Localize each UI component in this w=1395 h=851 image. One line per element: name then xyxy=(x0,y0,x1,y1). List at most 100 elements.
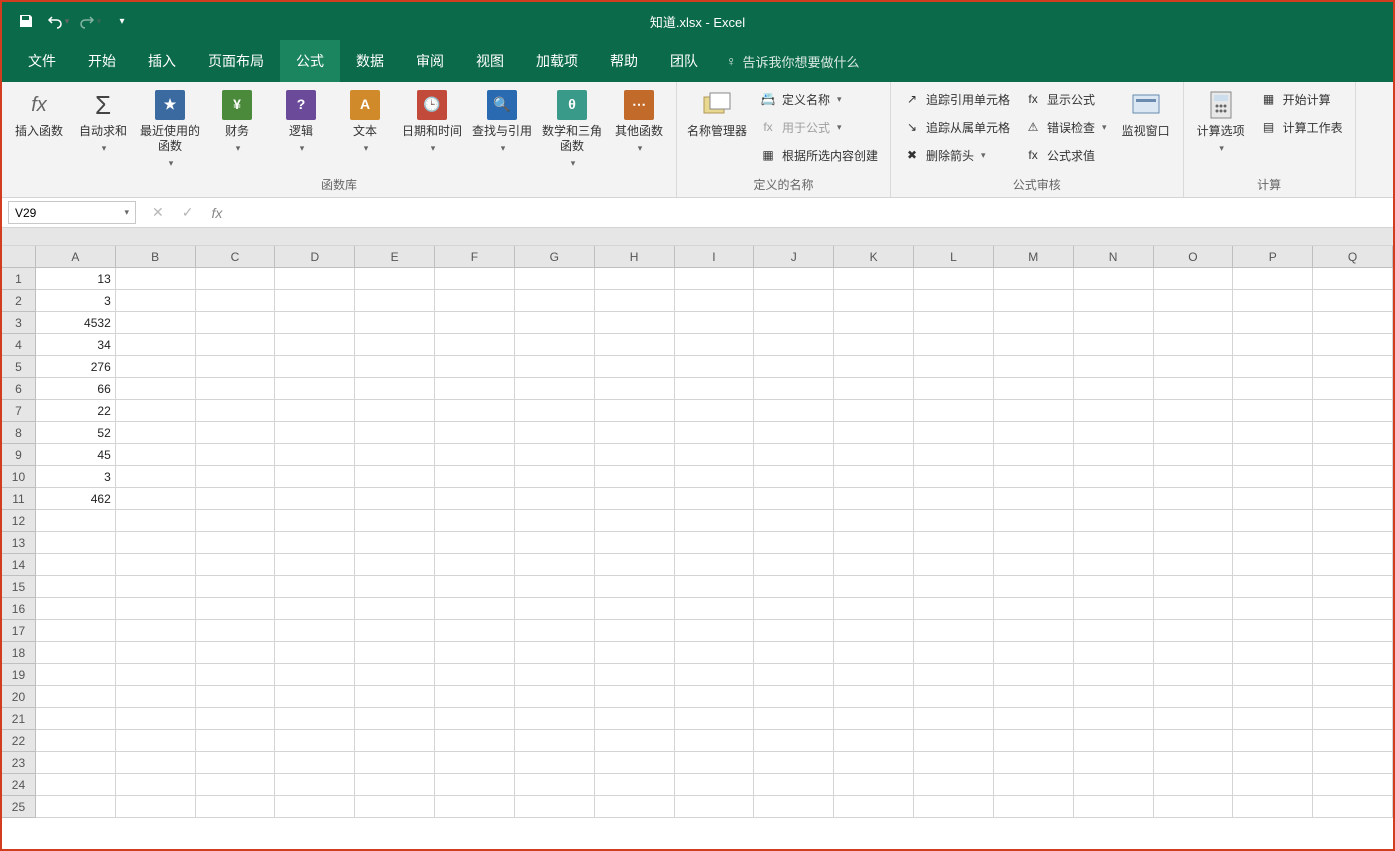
row-header-9[interactable]: 9 xyxy=(2,444,36,466)
row-header-8[interactable]: 8 xyxy=(2,422,36,444)
formula-enter-icon[interactable]: ✓ xyxy=(182,204,194,221)
cell-B6[interactable] xyxy=(116,378,196,400)
cell-N10[interactable] xyxy=(1074,466,1154,488)
insert-fn-button[interactable]: fx插入函数 xyxy=(10,86,68,139)
cell-H25[interactable] xyxy=(595,796,675,818)
cell-C10[interactable] xyxy=(196,466,276,488)
cell-M11[interactable] xyxy=(994,488,1074,510)
cell-N7[interactable] xyxy=(1074,400,1154,422)
cell-P15[interactable] xyxy=(1233,576,1313,598)
cell-B21[interactable] xyxy=(116,708,196,730)
cell-D24[interactable] xyxy=(275,774,355,796)
cell-O2[interactable] xyxy=(1154,290,1234,312)
tab-审阅[interactable]: 审阅 xyxy=(400,40,460,82)
cell-H22[interactable] xyxy=(595,730,675,752)
cell-D5[interactable] xyxy=(275,356,355,378)
cell-B3[interactable] xyxy=(116,312,196,334)
tab-插入[interactable]: 插入 xyxy=(132,40,192,82)
cell-Q23[interactable] xyxy=(1313,752,1393,774)
cell-A8[interactable]: 52 xyxy=(36,422,116,444)
cell-N15[interactable] xyxy=(1074,576,1154,598)
cell-Q17[interactable] xyxy=(1313,620,1393,642)
cell-B15[interactable] xyxy=(116,576,196,598)
cell-I9[interactable] xyxy=(675,444,755,466)
cell-F24[interactable] xyxy=(435,774,515,796)
cell-B9[interactable] xyxy=(116,444,196,466)
cell-Q4[interactable] xyxy=(1313,334,1393,356)
cell-I15[interactable] xyxy=(675,576,755,598)
cell-K25[interactable] xyxy=(834,796,914,818)
cell-B5[interactable] xyxy=(116,356,196,378)
cell-B23[interactable] xyxy=(116,752,196,774)
cell-O14[interactable] xyxy=(1154,554,1234,576)
financial-button[interactable]: ¥财务▾ xyxy=(208,86,266,154)
cell-H17[interactable] xyxy=(595,620,675,642)
cell-Q15[interactable] xyxy=(1313,576,1393,598)
cell-H8[interactable] xyxy=(595,422,675,444)
cell-J9[interactable] xyxy=(754,444,834,466)
cell-J12[interactable] xyxy=(754,510,834,532)
cell-E3[interactable] xyxy=(355,312,435,334)
cell-F15[interactable] xyxy=(435,576,515,598)
cell-M15[interactable] xyxy=(994,576,1074,598)
row-header-22[interactable]: 22 xyxy=(2,730,36,752)
cell-G3[interactable] xyxy=(515,312,595,334)
cell-M18[interactable] xyxy=(994,642,1074,664)
cell-D15[interactable] xyxy=(275,576,355,598)
cell-J15[interactable] xyxy=(754,576,834,598)
cell-L19[interactable] xyxy=(914,664,994,686)
cell-H2[interactable] xyxy=(595,290,675,312)
cell-O7[interactable] xyxy=(1154,400,1234,422)
insert-function-icon[interactable]: fx xyxy=(211,205,222,221)
cell-F6[interactable] xyxy=(435,378,515,400)
logical-button[interactable]: ?逻辑▾ xyxy=(272,86,330,154)
cell-K4[interactable] xyxy=(834,334,914,356)
cell-C2[interactable] xyxy=(196,290,276,312)
calc-sheet-button[interactable]: ▤计算工作表 xyxy=(1256,114,1347,140)
row-header-1[interactable]: 1 xyxy=(2,268,36,290)
cell-C3[interactable] xyxy=(196,312,276,334)
cell-O23[interactable] xyxy=(1154,752,1234,774)
name-mgr-button[interactable]: 名称管理器 xyxy=(685,86,749,139)
cell-M23[interactable] xyxy=(994,752,1074,774)
tab-加载项[interactable]: 加载项 xyxy=(520,40,594,82)
cell-D13[interactable] xyxy=(275,532,355,554)
cell-J17[interactable] xyxy=(754,620,834,642)
cell-L9[interactable] xyxy=(914,444,994,466)
cell-B24[interactable] xyxy=(116,774,196,796)
cell-H10[interactable] xyxy=(595,466,675,488)
cell-M20[interactable] xyxy=(994,686,1074,708)
cell-E4[interactable] xyxy=(355,334,435,356)
cell-K12[interactable] xyxy=(834,510,914,532)
cell-E13[interactable] xyxy=(355,532,435,554)
cell-B2[interactable] xyxy=(116,290,196,312)
cell-F25[interactable] xyxy=(435,796,515,818)
cell-Q22[interactable] xyxy=(1313,730,1393,752)
row-header-17[interactable]: 17 xyxy=(2,620,36,642)
cell-Q24[interactable] xyxy=(1313,774,1393,796)
cell-J10[interactable] xyxy=(754,466,834,488)
autosum-button[interactable]: Σ自动求和▾ xyxy=(74,86,132,154)
cell-M16[interactable] xyxy=(994,598,1074,620)
cell-E19[interactable] xyxy=(355,664,435,686)
row-header-20[interactable]: 20 xyxy=(2,686,36,708)
cell-L18[interactable] xyxy=(914,642,994,664)
cell-G2[interactable] xyxy=(515,290,595,312)
cell-A22[interactable] xyxy=(36,730,116,752)
row-header-5[interactable]: 5 xyxy=(2,356,36,378)
row-header-12[interactable]: 12 xyxy=(2,510,36,532)
cell-N1[interactable] xyxy=(1074,268,1154,290)
cell-K14[interactable] xyxy=(834,554,914,576)
spreadsheet-grid[interactable]: ABCDEFGHIJKLMNOPQ 1132334532434527666672… xyxy=(2,246,1393,818)
cell-H19[interactable] xyxy=(595,664,675,686)
cell-D7[interactable] xyxy=(275,400,355,422)
cell-H13[interactable] xyxy=(595,532,675,554)
cell-D10[interactable] xyxy=(275,466,355,488)
cell-E9[interactable] xyxy=(355,444,435,466)
cell-P1[interactable] xyxy=(1233,268,1313,290)
tab-页面布局[interactable]: 页面布局 xyxy=(192,40,280,82)
cell-K11[interactable] xyxy=(834,488,914,510)
cell-G8[interactable] xyxy=(515,422,595,444)
cell-L17[interactable] xyxy=(914,620,994,642)
cell-L22[interactable] xyxy=(914,730,994,752)
